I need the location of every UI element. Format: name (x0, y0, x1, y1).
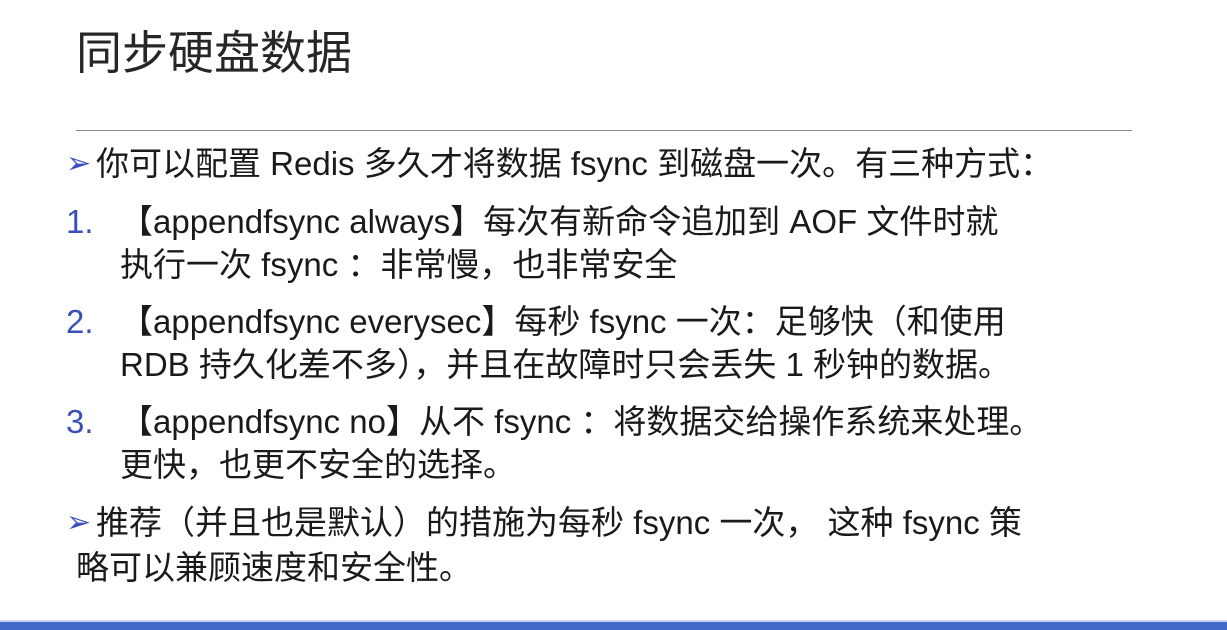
option-no: 3. 【appendfsync no】从不 fsync ：将数据交给操作系统来处… (66, 400, 1216, 486)
bullet-recommend-line2: 略可以兼顾速度和安全性。 (76, 549, 472, 586)
option-line1: 【appendfsync always】每次有新命令追加到 AOF 文件时就 (120, 203, 999, 240)
arrow-bullet-icon: ➢ (66, 506, 92, 539)
slide-content: ➢ 你可以配置 Redis 多久才将数据 fsync 到磁盘一次。有三种方式： … (66, 141, 1216, 590)
title-divider (76, 130, 1132, 131)
bullet-intro-text: 你可以配置 Redis 多久才将数据 fsync 到磁盘一次。有三种方式： (96, 145, 1054, 182)
option-line2: 更快，也更不安全的选择。 (120, 446, 516, 483)
bullet-recommend-line1: 推荐（并且也是默认）的措施为每秒 fsync 一次， 这种 fsync 策 (96, 504, 1022, 541)
option-line1: 【appendfsync everysec】每秒 fsync 一次：足够快（和使… (120, 303, 1006, 340)
option-line1: 【appendfsync no】从不 fsync ：将数据交给操作系统来处理。 (120, 403, 1043, 440)
option-number: 3. (66, 403, 94, 440)
option-number: 1. (66, 203, 94, 240)
arrow-bullet-icon: ➢ (66, 147, 92, 180)
option-everysec: 2. 【appendfsync everysec】每秒 fsync 一次：足够快… (66, 300, 1216, 386)
option-number: 2. (66, 303, 94, 340)
option-always: 1. 【appendfsync always】每次有新命令追加到 AOF 文件时… (66, 200, 1216, 286)
bullet-recommend: ➢ 推荐（并且也是默认）的措施为每秒 fsync 一次， 这种 fsync 策 … (66, 500, 1216, 590)
bottom-accent-bar (0, 622, 1227, 630)
option-line2: RDB 持久化差不多），并且在故障时只会丢失 1 秒钟的数据。 (120, 346, 1012, 383)
option-line2: 执行一次 fsync ：非常慢，也非常安全 (120, 246, 678, 283)
slide-title: 同步硬盘数据 (76, 27, 352, 79)
bullet-intro: ➢ 你可以配置 Redis 多久才将数据 fsync 到磁盘一次。有三种方式： (66, 141, 1216, 186)
